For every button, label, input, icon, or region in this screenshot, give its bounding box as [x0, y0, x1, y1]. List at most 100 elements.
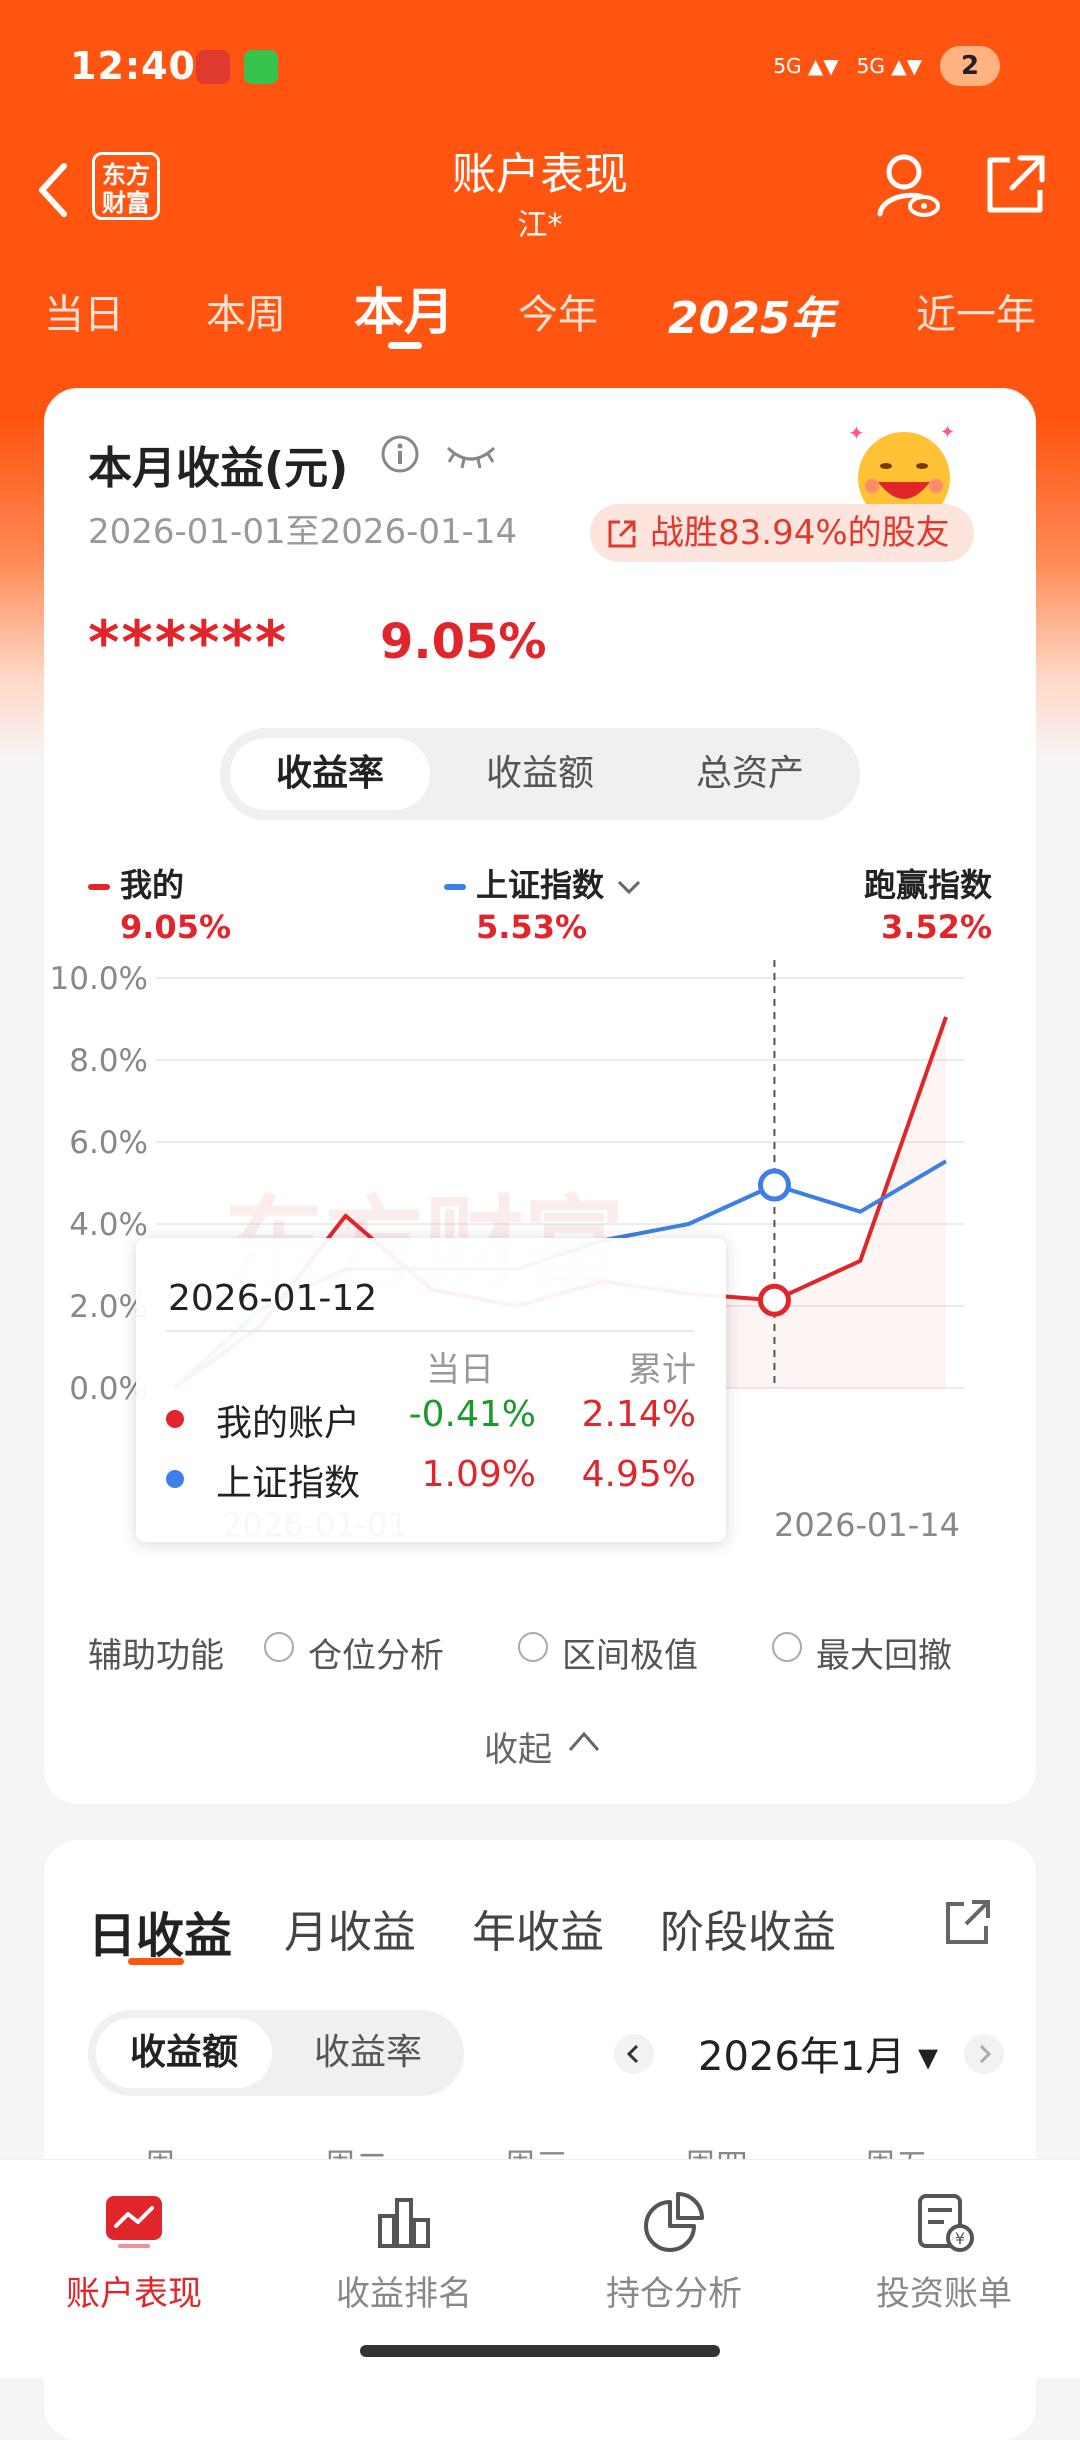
battery-icon: 2 — [940, 46, 1000, 86]
radio-position-analysis[interactable] — [264, 1632, 294, 1662]
legend-mine-value: 9.05% — [120, 908, 232, 946]
legend-index-marker — [444, 884, 466, 890]
segment-return-rate[interactable]: 收益率 — [230, 738, 430, 810]
aux-option-extremes[interactable]: 区间极值 — [562, 1628, 698, 1677]
notification-app-icon — [196, 50, 230, 84]
signal-5g-icon: 5G ▲▼ — [773, 54, 839, 78]
tab-monthly-returns[interactable]: 月收益 — [284, 1896, 416, 1960]
chevron-up-icon[interactable] — [564, 1728, 604, 1754]
return-percent: 9.05% — [380, 614, 547, 670]
returns-toggle: 收益额 收益率 — [88, 2010, 464, 2096]
period-tab-indicator — [388, 342, 422, 349]
chevron-right-icon — [979, 2044, 992, 2064]
bar-chart-icon — [378, 2198, 430, 2248]
bottom-tab-ranking[interactable]: 收益排名 — [304, 2190, 504, 2340]
tooltip-day-value: -0.41% — [408, 1394, 536, 1435]
collapse-button[interactable]: 收起 — [484, 1722, 552, 1771]
segment-return-amount[interactable]: 收益额 — [440, 738, 640, 810]
bottom-tab-label: 收益排名 — [336, 2274, 472, 2314]
svg-text:¥: ¥ — [955, 2229, 965, 2248]
aux-option-position[interactable]: 仓位分析 — [308, 1628, 444, 1677]
y-tick-label: 8.0% — [69, 1043, 148, 1079]
legend-mine: 我的 — [88, 860, 184, 906]
svg-text:✦: ✦ — [848, 421, 865, 445]
tab-yearly-returns[interactable]: 年收益 — [472, 1896, 604, 1960]
svg-text:✦: ✦ — [940, 422, 955, 443]
share-icon[interactable] — [980, 150, 1050, 220]
pie-chart-icon — [644, 2192, 704, 2252]
y-tick-label: 6.0% — [69, 1125, 148, 1161]
bottom-tab-label: 账户表现 — [66, 2274, 202, 2314]
current-month[interactable]: 2026年1月 ▾ — [698, 2024, 938, 2082]
tooltip-day-value: 1.09% — [421, 1454, 536, 1495]
chevron-down-icon — [618, 880, 641, 895]
tooltip-col-total: 累计 — [628, 1350, 696, 1390]
bottom-tab-label: 持仓分析 — [606, 2274, 742, 2314]
tooltip-total-value: 2.14% — [581, 1394, 696, 1435]
tab-daily-returns[interactable]: 日收益 — [88, 1896, 232, 1966]
tab-this-week[interactable]: 本周 — [206, 282, 286, 340]
tooltip-date: 2026-01-12 — [168, 1278, 378, 1319]
bottom-tab-bill[interactable]: ¥ 投资账单 — [844, 2190, 1044, 2340]
date-range: 2026-01-01至2026-01-14 — [88, 512, 518, 552]
bottom-tab-label: 投资账单 — [876, 2274, 1012, 2314]
nav-bar: 东方 财富 账户表现 江* — [0, 130, 1080, 250]
toggle-rate[interactable]: 收益率 — [280, 2018, 456, 2088]
legend-index[interactable]: 上证指数 — [444, 860, 643, 906]
performance-card: 本月收益(元) 2026-01-01至2026-01-14 ✦ ✦ 战胜83.9… — [44, 388, 1036, 1804]
legend-mine-marker — [88, 884, 110, 890]
legend-excess-label: 跑赢指数 — [863, 866, 992, 904]
highlight-point-mine — [757, 1283, 791, 1317]
legend-mine-label: 我的 — [120, 866, 185, 904]
legend-excess-value: 3.52% — [880, 908, 992, 946]
y-tick-label: 4.0% — [69, 1207, 148, 1243]
tab-last-year[interactable]: 近一年 — [916, 282, 1036, 340]
user-privacy-icon[interactable] — [874, 150, 944, 220]
tab-today[interactable]: 当日 — [44, 282, 124, 340]
tab-stage-returns[interactable]: 阶段收益 — [660, 1896, 836, 1960]
segment-total-assets[interactable]: 总资产 — [650, 738, 850, 810]
tooltip-name: 上证指数 — [216, 1463, 361, 1504]
tooltip-dot-blue — [166, 1470, 184, 1488]
section-title: 本月收益(元) — [88, 443, 349, 494]
info-icon[interactable] — [380, 434, 420, 474]
legend-index-value: 5.53% — [476, 908, 588, 946]
aux-option-drawdown[interactable]: 最大回撤 — [816, 1628, 952, 1677]
status-icons: 5G ▲▼ 5G ▲▼ 2 — [773, 46, 1000, 86]
tooltip-name: 我的账户 — [216, 1403, 361, 1444]
share-icon[interactable] — [940, 1896, 994, 1950]
tab-this-year[interactable]: 今年 — [518, 282, 598, 340]
tooltip-divider — [166, 1330, 694, 1332]
tab-this-month[interactable]: 本月 — [354, 272, 454, 344]
bottom-tab-holdings[interactable]: 持仓分析 — [574, 2190, 774, 2340]
toggle-amount[interactable]: 收益额 — [96, 2018, 272, 2088]
bottom-tab-account-performance[interactable]: 账户表现 — [34, 2190, 234, 2340]
chart-icon — [106, 2196, 162, 2248]
masked-amount: ****** — [88, 608, 289, 678]
metric-segment: 收益率 收益额 总资产 — [220, 728, 860, 820]
radio-range-extremes[interactable] — [518, 1632, 548, 1662]
aux-label: 辅助功能 — [88, 1636, 224, 1676]
tooltip-total-value: 4.95% — [581, 1454, 696, 1495]
aux-functions: 辅助功能 仓位分析 区间极值 最大回撤 — [88, 1628, 1008, 1678]
returns-tab-indicator — [128, 1958, 184, 1965]
home-indicator — [360, 2345, 720, 2357]
radio-max-drawdown[interactable] — [772, 1632, 802, 1662]
beat-ratio-badge[interactable]: 战胜83.94%的股友 — [590, 504, 974, 562]
tooltip-row-mine: 我的账户 -0.41% 2.14% — [136, 1394, 726, 1444]
legend-index-label: 上证指数 — [476, 866, 605, 904]
signal-5g-icon-2: 5G ▲▼ — [856, 54, 922, 78]
chart-tooltip: 2026-01-12 当日 累计 我的账户 -0.41% 2.14% 上证指数 … — [136, 1238, 726, 1542]
prev-month-button[interactable] — [614, 2034, 654, 2074]
tooltip-col-day: 当日 — [426, 1350, 494, 1390]
y-tick-label: 10.0% — [50, 961, 148, 997]
tooltip-row-index: 上证指数 1.09% 4.95% — [136, 1454, 726, 1504]
period-tabs: 当日 本周 本月 今年 2025年 近一年 — [0, 262, 1080, 352]
highlight-point-index — [757, 1168, 791, 1202]
x-tick-end: 2026-01-14 — [774, 1506, 960, 1544]
chevron-left-icon — [626, 2044, 639, 2064]
next-month-button[interactable] — [964, 2034, 1004, 2074]
tab-2025[interactable]: 2025年 — [668, 282, 834, 346]
bill-icon: ¥ — [918, 2194, 974, 2252]
hide-eye-icon[interactable] — [444, 440, 498, 470]
